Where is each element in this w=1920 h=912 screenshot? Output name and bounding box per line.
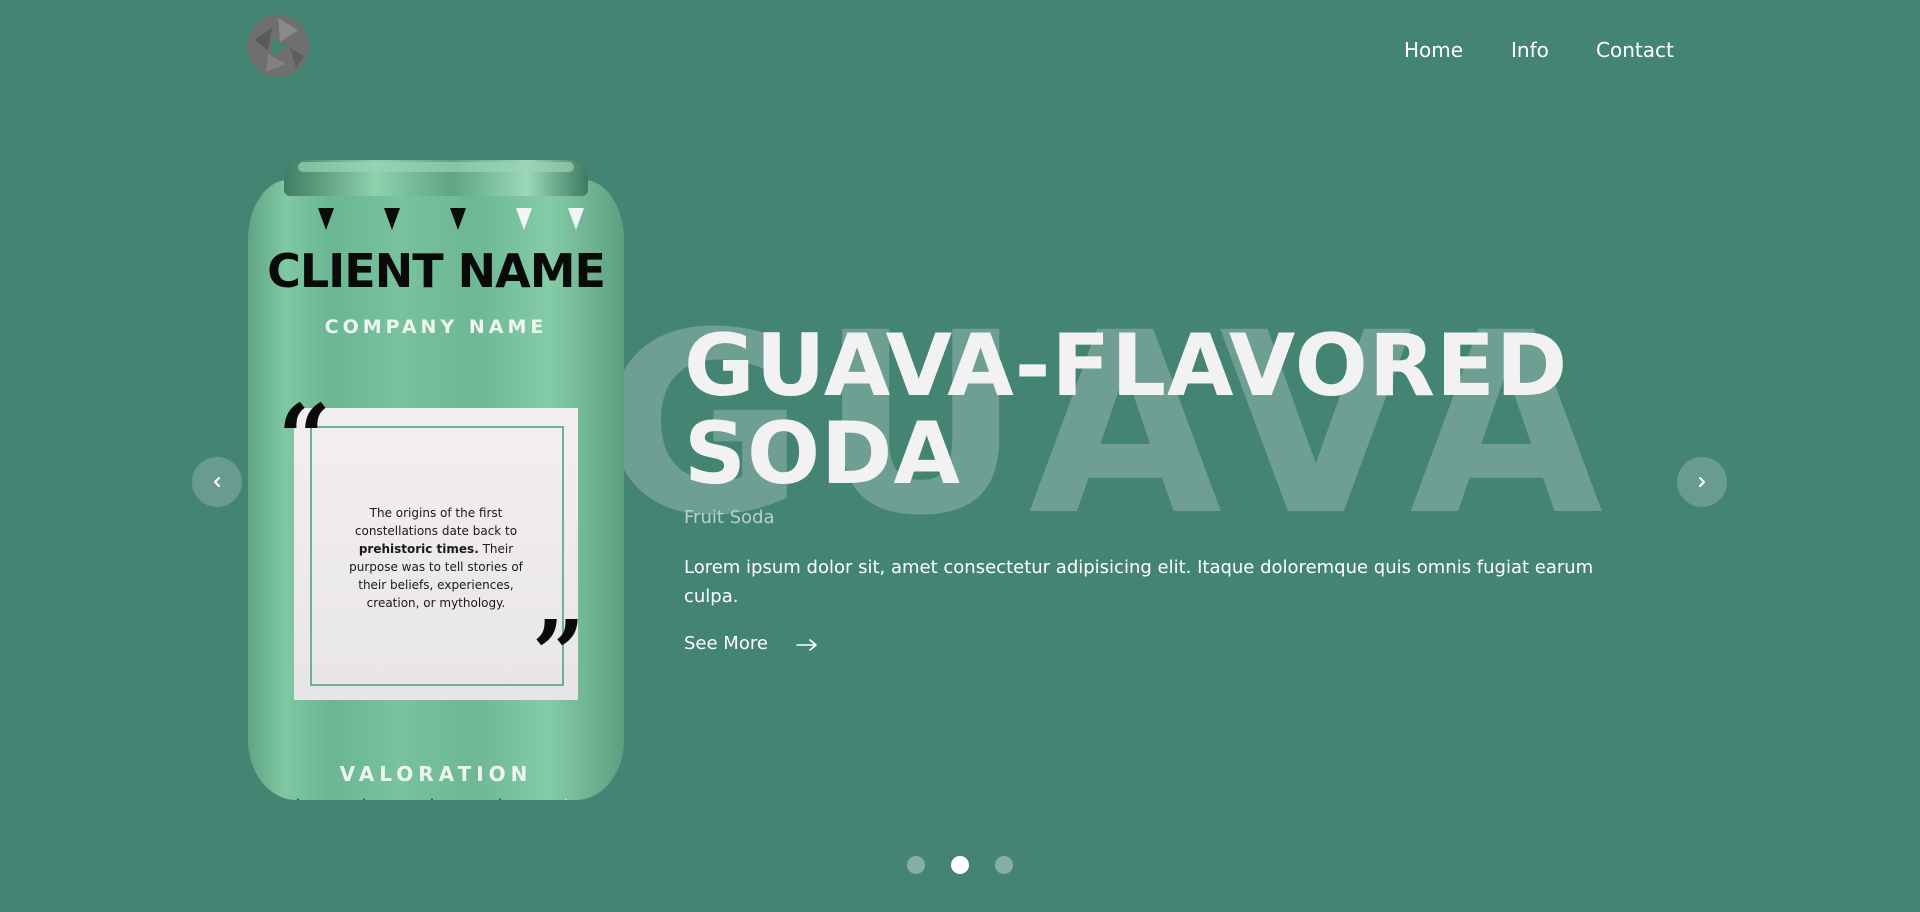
- can-bottom-pattern: [297, 798, 567, 800]
- carousel-dot-1[interactable]: [907, 856, 925, 874]
- arrow-right-icon[interactable]: [796, 634, 818, 656]
- carousel-dot-3[interactable]: [995, 856, 1013, 874]
- can-company-name: COMPANY NAME: [324, 316, 548, 338]
- product-description: Lorem ipsum dolor sit, amet consectetur …: [684, 557, 1594, 607]
- quote-text-bold: prehistoric times.: [358, 542, 479, 556]
- chevron-left-icon: [214, 477, 220, 487]
- prev-slide-button[interactable]: [192, 457, 242, 507]
- carousel-dot-2[interactable]: [951, 856, 969, 874]
- product-title: GUAVA-FLAVORED SODA: [684, 316, 1569, 504]
- quote-text: The origins of the first constellations …: [349, 506, 523, 610]
- page: Home Info Contact GUAVA CLIENT NAME COMP…: [0, 0, 1920, 912]
- product-category: Fruit Soda: [684, 507, 775, 528]
- nav-home-link[interactable]: Home: [1404, 38, 1463, 62]
- chevron-right-icon: [1699, 477, 1705, 487]
- can-top-pattern: [318, 208, 584, 230]
- nav-contact-link[interactable]: Contact: [1596, 38, 1674, 62]
- quote-open-icon: “: [278, 384, 331, 492]
- nav-info-link[interactable]: Info: [1511, 38, 1549, 62]
- next-slide-button[interactable]: [1677, 457, 1727, 507]
- main-nav: Home Info Contact: [0, 38, 1920, 68]
- can-client-name: CLIENT NAME: [267, 244, 606, 298]
- can-lid-rim: [298, 162, 574, 172]
- soda-can-image: CLIENT NAME COMPANY NAME The origins of …: [248, 160, 624, 816]
- can-bottom-label: VALORATION: [339, 762, 533, 786]
- see-more-link[interactable]: See More: [684, 633, 768, 657]
- quote-close-icon: ”: [532, 600, 585, 708]
